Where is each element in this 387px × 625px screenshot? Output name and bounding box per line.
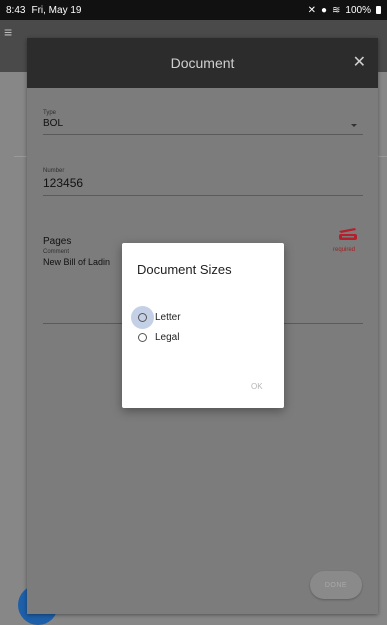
dialog-title: Document Sizes <box>137 262 232 277</box>
number-field[interactable]: Number 123456 <box>43 168 363 196</box>
pages-label: Pages <box>43 236 72 247</box>
radio-option-legal[interactable]: Legal <box>138 332 179 343</box>
ok-button[interactable]: OK <box>251 382 263 391</box>
radio-option-letter[interactable]: Letter <box>131 306 181 329</box>
type-value: BOL <box>43 118 64 129</box>
type-underline <box>43 134 363 135</box>
dropdown-caret-icon <box>351 124 357 127</box>
sheet-header: Document <box>27 38 378 88</box>
document-sizes-dialog: Document Sizes Letter Legal OK <box>122 243 284 408</box>
radio-label-letter: Letter <box>155 312 181 323</box>
number-underline <box>43 195 363 196</box>
type-label: Type <box>43 110 57 116</box>
status-bar: 8:43 Fri, May 19 ✕ ● ≋ 100% <box>0 0 387 20</box>
type-field[interactable]: Type BOL <box>43 110 363 135</box>
status-time: 8:43 <box>6 4 26 16</box>
done-button[interactable]: DONE <box>310 571 362 599</box>
radio-legal[interactable] <box>138 333 147 342</box>
radio-letter[interactable] <box>138 313 147 322</box>
close-icon[interactable]: ✕ <box>353 53 366 73</box>
sheet-title: Document <box>170 55 235 71</box>
wifi-icon: ≋ <box>332 4 341 16</box>
scanner-icon[interactable] <box>335 227 363 241</box>
status-date: Fri, May 19 <box>31 4 82 16</box>
location-icon: ● <box>320 4 328 16</box>
number-value: 123456 <box>43 176 84 190</box>
battery-level: 100% <box>345 4 371 16</box>
mute-icon: ✕ <box>307 4 316 16</box>
menu-icon: ≡ <box>4 24 13 40</box>
number-label: Number <box>43 168 65 174</box>
battery-icon <box>376 6 381 14</box>
radio-label-legal: Legal <box>155 332 180 343</box>
